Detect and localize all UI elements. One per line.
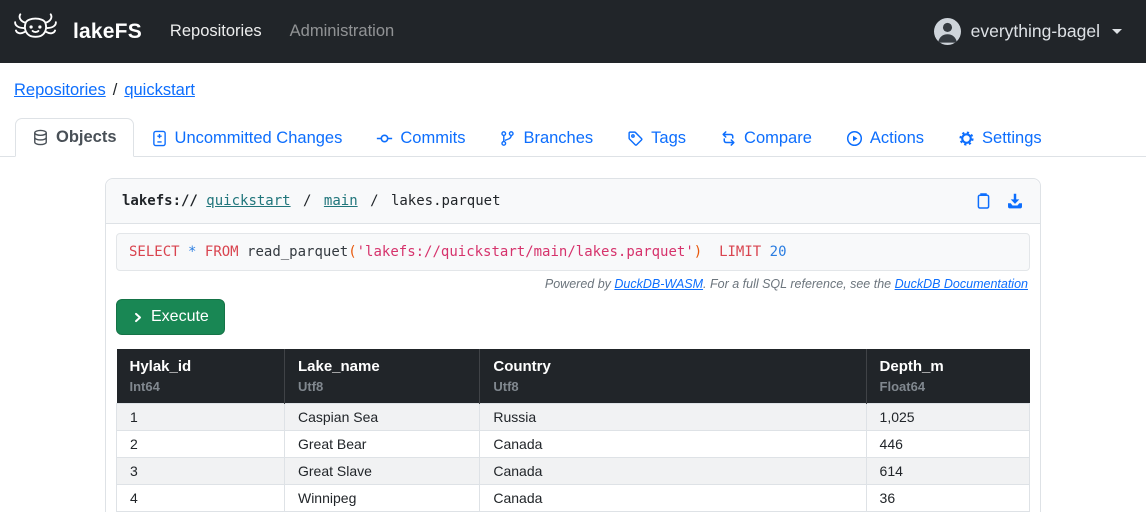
table-cell: 446	[866, 431, 1029, 458]
tab-commits[interactable]: Commits	[359, 119, 482, 157]
table-cell: 1	[117, 404, 285, 431]
brand-home-link[interactable]: lakeFS	[12, 11, 142, 53]
database-icon	[32, 129, 49, 146]
path-filename: lakes.parquet	[391, 193, 501, 209]
sql-token: 'lakefs://quickstart/main/lakes.parquet'	[357, 244, 694, 260]
sql-token	[702, 244, 719, 260]
sql-token: LIMIT	[719, 244, 761, 260]
sql-token	[196, 244, 204, 260]
copy-path-button[interactable]	[975, 192, 992, 210]
play-circle-icon	[846, 130, 863, 147]
caret-down-icon	[1112, 29, 1122, 34]
sql-query-editor[interactable]: SELECT * FROM read_parquet('lakefs://qui…	[116, 233, 1030, 271]
powered-by-note: Powered by DuckDB-WASM. For a full SQL r…	[116, 277, 1028, 291]
breadcrumb-repositories-link[interactable]: Repositories	[14, 81, 106, 99]
table-cell: Winnipeg	[284, 485, 479, 512]
object-viewer-card: lakefs:// quickstart / main / lakes.parq…	[105, 178, 1041, 512]
user-menu[interactable]: everything-bagel	[934, 18, 1122, 45]
table-cell: Canada	[480, 431, 866, 458]
table-cell: Canada	[480, 458, 866, 485]
brand-name: lakeFS	[73, 20, 142, 44]
tab-compare[interactable]: Compare	[703, 119, 829, 157]
table-cell: 36	[866, 485, 1029, 512]
commit-icon	[376, 130, 393, 147]
breadcrumb: Repositories / quickstart	[14, 81, 1146, 100]
path-scheme: lakefs://	[122, 193, 198, 209]
sql-token: SELECT	[129, 244, 180, 260]
breadcrumb-repo-link[interactable]: quickstart	[124, 81, 195, 99]
sql-token: read_parquet	[239, 244, 349, 260]
results-header-row: Hylak_idInt64Lake_nameUtf8CountryUtf8Dep…	[117, 349, 1030, 404]
execute-button[interactable]: Execute	[116, 299, 225, 335]
table-cell: 2	[117, 431, 285, 458]
column-header-hylak_id: Hylak_idInt64	[117, 349, 285, 404]
table-cell: Caspian Sea	[284, 404, 479, 431]
table-row: 4WinnipegCanada36	[117, 485, 1030, 512]
object-path: lakefs:// quickstart / main / lakes.parq…	[122, 193, 501, 209]
table-cell: 3	[117, 458, 285, 485]
duckdb-docs-link[interactable]: DuckDB Documentation	[895, 277, 1028, 291]
column-header-depth_m: Depth_mFloat64	[866, 349, 1029, 404]
tab-uncommitted-changes[interactable]: Uncommitted Changes	[134, 119, 360, 157]
object-path-bar: lakefs:// quickstart / main / lakes.parq…	[106, 179, 1040, 224]
user-name: everything-bagel	[971, 21, 1100, 42]
table-row: 2Great BearCanada446	[117, 431, 1030, 458]
nav-item-administration[interactable]: Administration	[290, 22, 395, 41]
clipboard-icon	[975, 192, 992, 210]
table-cell: 614	[866, 458, 1029, 485]
table-row: 1Caspian SeaRussia1,025	[117, 404, 1030, 431]
path-branch-link[interactable]: main	[324, 193, 358, 209]
sql-token	[180, 244, 188, 260]
download-object-button[interactable]	[1006, 192, 1024, 210]
compare-icon	[720, 130, 737, 147]
table-cell: Great Slave	[284, 458, 479, 485]
chevron-right-icon	[132, 311, 144, 324]
sql-token	[761, 244, 769, 260]
path-repo-link[interactable]: quickstart	[206, 193, 290, 209]
tab-branches[interactable]: Branches	[482, 119, 610, 157]
gear-icon	[958, 130, 975, 147]
breadcrumb-separator: /	[113, 81, 118, 99]
table-cell: 1,025	[866, 404, 1029, 431]
tab-tags[interactable]: Tags	[610, 119, 703, 157]
duckdb-wasm-link[interactable]: DuckDB-WASM	[614, 277, 703, 291]
branch-icon	[499, 130, 516, 147]
file-diff-icon	[151, 130, 168, 147]
avatar	[934, 18, 961, 45]
table-cell: Great Bear	[284, 431, 479, 458]
table-cell: Canada	[480, 485, 866, 512]
tag-icon	[627, 130, 644, 147]
tab-objects[interactable]: Objects	[15, 118, 134, 157]
table-row: 3Great SlaveCanada614	[117, 458, 1030, 485]
tab-settings[interactable]: Settings	[941, 119, 1059, 157]
sql-token: )	[694, 244, 702, 260]
sql-token: (	[348, 244, 356, 260]
repository-tabs: Objects Uncommitted Changes Commits Bran…	[0, 118, 1146, 157]
download-icon	[1006, 192, 1024, 210]
axolotl-logo-icon	[12, 11, 59, 53]
person-icon	[934, 18, 961, 45]
table-cell: 4	[117, 485, 285, 512]
nav-item-repositories[interactable]: Repositories	[170, 22, 262, 41]
table-cell: Russia	[480, 404, 866, 431]
tab-actions[interactable]: Actions	[829, 119, 941, 157]
top-navbar: lakeFS Repositories Administration every…	[0, 0, 1146, 63]
column-header-lake_name: Lake_nameUtf8	[284, 349, 479, 404]
sql-token: 20	[770, 244, 787, 260]
sql-token: FROM	[205, 244, 239, 260]
query-results-table: Hylak_idInt64Lake_nameUtf8CountryUtf8Dep…	[116, 349, 1030, 512]
column-header-country: CountryUtf8	[480, 349, 866, 404]
